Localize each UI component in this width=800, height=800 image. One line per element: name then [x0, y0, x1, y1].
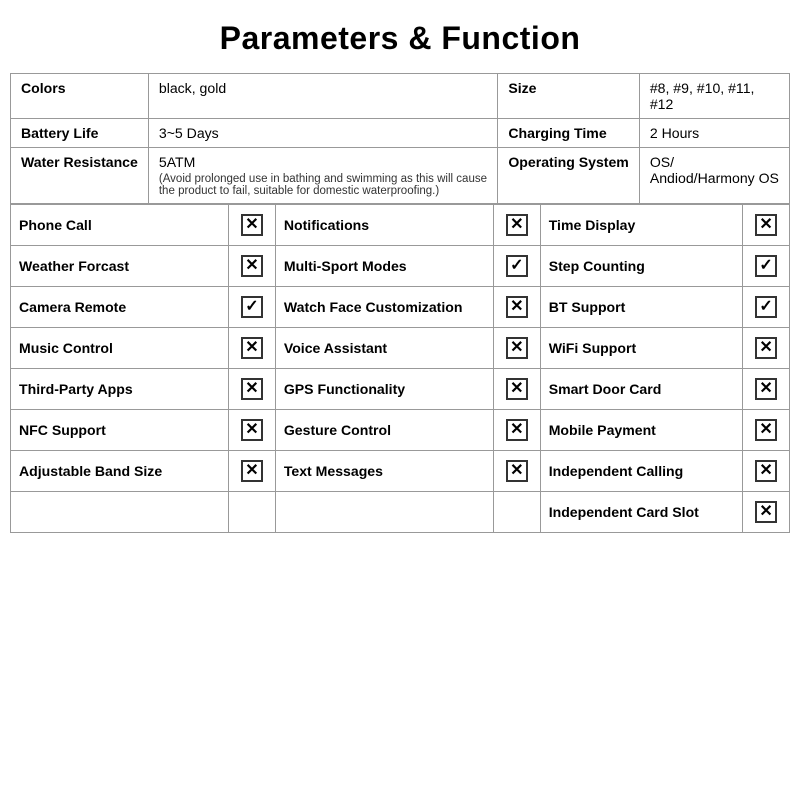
- feature-row: Phone Call ✕ Notifications ✕ Time Displa…: [11, 205, 790, 246]
- params-row-3: Water Resistance 5ATM (Avoid prolonged u…: [11, 148, 790, 204]
- feat-col2-icon: ✕: [493, 410, 540, 451]
- feat-col1-name: Weather Forcast: [11, 246, 229, 287]
- charging-label: Charging Time: [498, 119, 639, 148]
- feat-col3-name: Smart Door Card: [540, 369, 743, 410]
- feat-col3-name: Independent Card Slot: [540, 492, 743, 533]
- feat-col2-name: Text Messages: [275, 451, 493, 492]
- feat-col3-icon: ✕: [743, 410, 790, 451]
- feat-col2-icon: [493, 492, 540, 533]
- feat-col3-name: Time Display: [540, 205, 743, 246]
- x-icon: ✕: [241, 419, 263, 441]
- feature-row: NFC Support ✕ Gesture Control ✕ Mobile P…: [11, 410, 790, 451]
- feat-col2-name: Gesture Control: [275, 410, 493, 451]
- x-icon: ✕: [241, 255, 263, 277]
- feat-col2-icon: ✕: [493, 369, 540, 410]
- feat-col1-icon: ✕: [229, 246, 276, 287]
- feat-col2-icon: ✕: [493, 205, 540, 246]
- charging-value: 2 Hours: [639, 119, 789, 148]
- check-icon: ✓: [241, 296, 263, 318]
- feat-col1-name: Music Control: [11, 328, 229, 369]
- water-value: 5ATM (Avoid prolonged use in bathing and…: [148, 148, 497, 204]
- feat-col3-name: BT Support: [540, 287, 743, 328]
- feat-col2-name: Multi-Sport Modes: [275, 246, 493, 287]
- x-icon: ✕: [506, 296, 528, 318]
- water-label: Water Resistance: [11, 148, 149, 204]
- feature-row: Weather Forcast ✕ Multi-Sport Modes ✓ St…: [11, 246, 790, 287]
- feat-col3-icon: ✕: [743, 205, 790, 246]
- feature-row: Adjustable Band Size ✕ Text Messages ✕ I…: [11, 451, 790, 492]
- feat-col3-icon: ✕: [743, 328, 790, 369]
- feat-col2-icon: ✕: [493, 451, 540, 492]
- feat-col1-icon: ✕: [229, 369, 276, 410]
- x-icon: ✕: [755, 378, 777, 400]
- x-icon: ✕: [506, 337, 528, 359]
- feat-col3-icon: ✕: [743, 369, 790, 410]
- feat-col2-icon: ✕: [493, 328, 540, 369]
- feat-col1-name: Third-Party Apps: [11, 369, 229, 410]
- page-title: Parameters & Function: [10, 20, 790, 57]
- feat-col2-name: Notifications: [275, 205, 493, 246]
- x-icon: ✕: [755, 419, 777, 441]
- os-value: OS/ Andiod/Harmony OS: [639, 148, 789, 204]
- feature-row: Camera Remote ✓ Watch Face Customization…: [11, 287, 790, 328]
- feat-col2-icon: ✓: [493, 246, 540, 287]
- feat-col1-name: NFC Support: [11, 410, 229, 451]
- check-icon: ✓: [755, 296, 777, 318]
- feat-col3-name: Independent Calling: [540, 451, 743, 492]
- feat-col1-icon: [229, 492, 276, 533]
- feat-col3-name: WiFi Support: [540, 328, 743, 369]
- feat-col1-icon: ✕: [229, 328, 276, 369]
- x-icon: ✕: [755, 460, 777, 482]
- feature-row: Music Control ✕ Voice Assistant ✕ WiFi S…: [11, 328, 790, 369]
- params-table: Colors black, gold Size #8, #9, #10, #11…: [10, 73, 790, 204]
- features-table: Phone Call ✕ Notifications ✕ Time Displa…: [10, 204, 790, 533]
- x-icon: ✕: [755, 501, 777, 523]
- feat-col3-icon: ✓: [743, 287, 790, 328]
- check-icon: ✓: [506, 255, 528, 277]
- water-note: (Avoid prolonged use in bathing and swim…: [159, 173, 487, 197]
- params-row-2: Battery Life 3~5 Days Charging Time 2 Ho…: [11, 119, 790, 148]
- feat-col3-icon: ✕: [743, 451, 790, 492]
- colors-label: Colors: [11, 74, 149, 119]
- battery-value: 3~5 Days: [148, 119, 497, 148]
- x-icon: ✕: [241, 378, 263, 400]
- feat-col2-name: [275, 492, 493, 533]
- feat-col1-name: Phone Call: [11, 205, 229, 246]
- x-icon: ✕: [755, 337, 777, 359]
- os-label: Operating System: [498, 148, 639, 204]
- x-icon: ✕: [506, 378, 528, 400]
- x-icon: ✕: [506, 460, 528, 482]
- x-icon: ✕: [241, 337, 263, 359]
- feat-col2-name: GPS Functionality: [275, 369, 493, 410]
- feat-col3-name: Mobile Payment: [540, 410, 743, 451]
- x-icon: ✕: [241, 214, 263, 236]
- feature-row: Independent Card Slot ✕: [11, 492, 790, 533]
- feat-col1-name: Adjustable Band Size: [11, 451, 229, 492]
- feat-col3-icon: ✓: [743, 246, 790, 287]
- feat-col3-icon: ✕: [743, 492, 790, 533]
- x-icon: ✕: [506, 214, 528, 236]
- feat-col1-icon: ✕: [229, 451, 276, 492]
- feat-col1-name: Camera Remote: [11, 287, 229, 328]
- battery-label: Battery Life: [11, 119, 149, 148]
- feat-col3-name: Step Counting: [540, 246, 743, 287]
- x-icon: ✕: [241, 460, 263, 482]
- feat-col2-icon: ✕: [493, 287, 540, 328]
- params-row-1: Colors black, gold Size #8, #9, #10, #11…: [11, 74, 790, 119]
- size-label: Size: [498, 74, 639, 119]
- x-icon: ✕: [755, 214, 777, 236]
- size-value: #8, #9, #10, #11, #12: [639, 74, 789, 119]
- feat-col1-name: [11, 492, 229, 533]
- feat-col1-icon: ✕: [229, 205, 276, 246]
- feat-col2-name: Voice Assistant: [275, 328, 493, 369]
- feat-col2-name: Watch Face Customization: [275, 287, 493, 328]
- x-icon: ✕: [506, 419, 528, 441]
- colors-value: black, gold: [148, 74, 497, 119]
- feat-col1-icon: ✕: [229, 410, 276, 451]
- feat-col1-icon: ✓: [229, 287, 276, 328]
- feature-row: Third-Party Apps ✕ GPS Functionality ✕ S…: [11, 369, 790, 410]
- check-icon: ✓: [755, 255, 777, 277]
